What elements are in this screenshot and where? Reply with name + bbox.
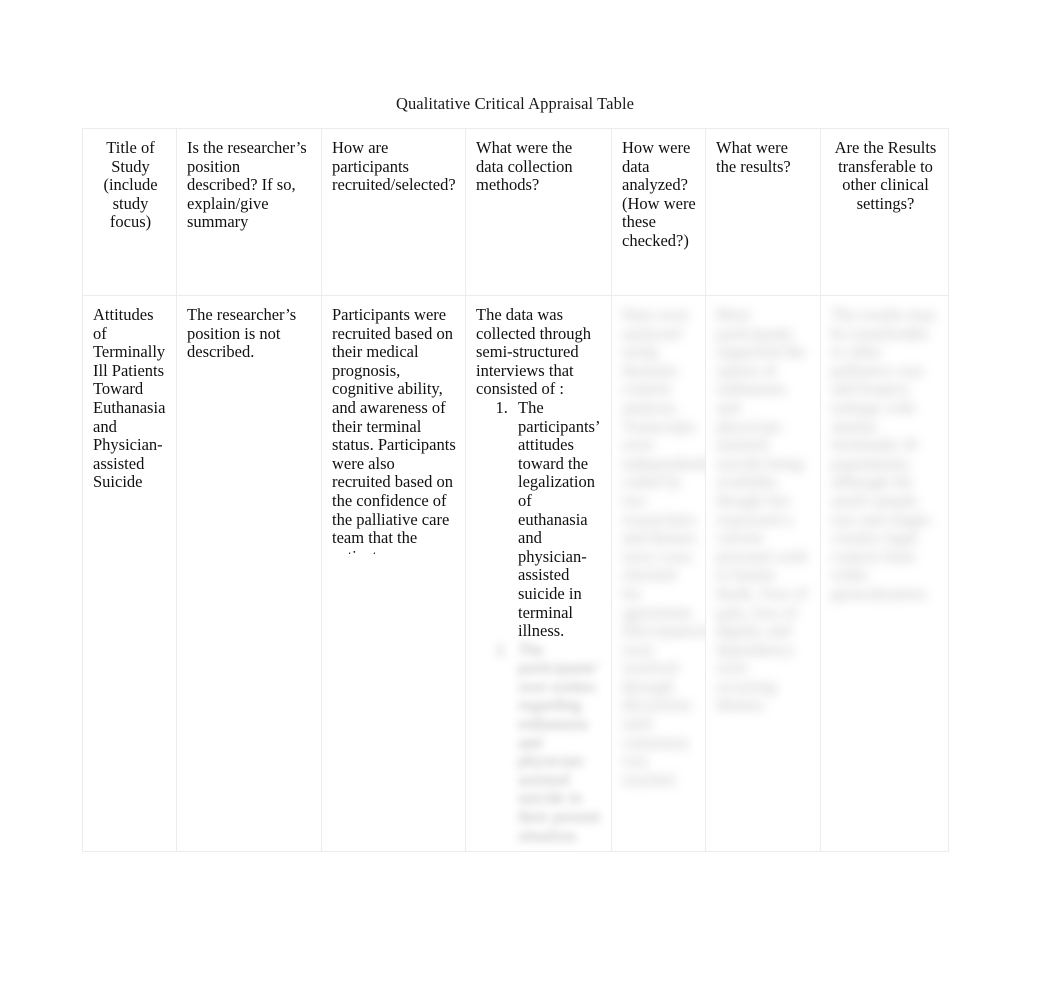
participant-recruitment-text: Participants were recruited based on the… xyxy=(332,306,456,554)
study-title-text: Attitudes of Terminally Ill Patients Tow… xyxy=(93,305,166,492)
list-item-text-2: The participants’ own wishes regarding e… xyxy=(518,639,601,845)
cell-transferability: The results may be transferable to other… xyxy=(820,294,949,853)
column-header-researcher-position: Is the researcher’s position described? … xyxy=(176,128,322,296)
column-header-participant-recruitment: How are participants recruited/selected? xyxy=(321,128,466,296)
column-header-data-analysis: How were data analyzed? (How were these … xyxy=(611,128,706,296)
table-row: Attitudes of Terminally Ill Patients Tow… xyxy=(82,294,949,853)
transferability-text: The results may be transferable to other… xyxy=(831,305,937,603)
table-header-row: Title of Study (include study focus) Is … xyxy=(82,128,949,296)
page-title: Qualitative Critical Appraisal Table xyxy=(395,94,635,113)
cell-title-of-study: Attitudes of Terminally Ill Patients Tow… xyxy=(82,294,177,853)
cell-data-analysis: Data were analyzed using thematic conten… xyxy=(611,294,706,853)
column-header-title-of-study: Title of Study (include study focus) xyxy=(82,128,177,296)
cell-participant-recruitment: Participants were recruited based on the… xyxy=(321,294,466,853)
column-header-transferability: Are the Results transferable to other cl… xyxy=(820,128,949,296)
researcher-position-text: The researcher’s position is not describ… xyxy=(187,305,297,362)
data-analysis-text: Data were analyzed using thematic conten… xyxy=(622,305,706,789)
results-text: Most participants supported the option o… xyxy=(716,305,808,715)
list-item: The participants’ attitudes toward the l… xyxy=(512,397,603,641)
document-page: Qualitative Critical Appraisal Table Tit… xyxy=(0,0,1062,1006)
column-header-data-collection-methods: What were the data collection methods? xyxy=(465,128,612,296)
list-item: The participants’ own wishes regarding e… xyxy=(512,639,603,846)
column-header-results: What were the results? xyxy=(705,128,821,296)
cell-researcher-position: The researcher’s position is not describ… xyxy=(176,294,322,853)
cell-results: Most participants supported the option o… xyxy=(705,294,821,853)
cell-data-collection-methods: The data was collected through semi-stru… xyxy=(465,294,612,853)
list-item-text-1: The participants’ attitudes toward the l… xyxy=(518,397,600,641)
qualitative-critical-appraisal-table: Title of Study (include study focus) Is … xyxy=(82,128,949,853)
data-collection-intro: The data was collected through semi-stru… xyxy=(476,305,592,399)
data-collection-list: The participants’ attitudes toward the l… xyxy=(476,397,603,846)
